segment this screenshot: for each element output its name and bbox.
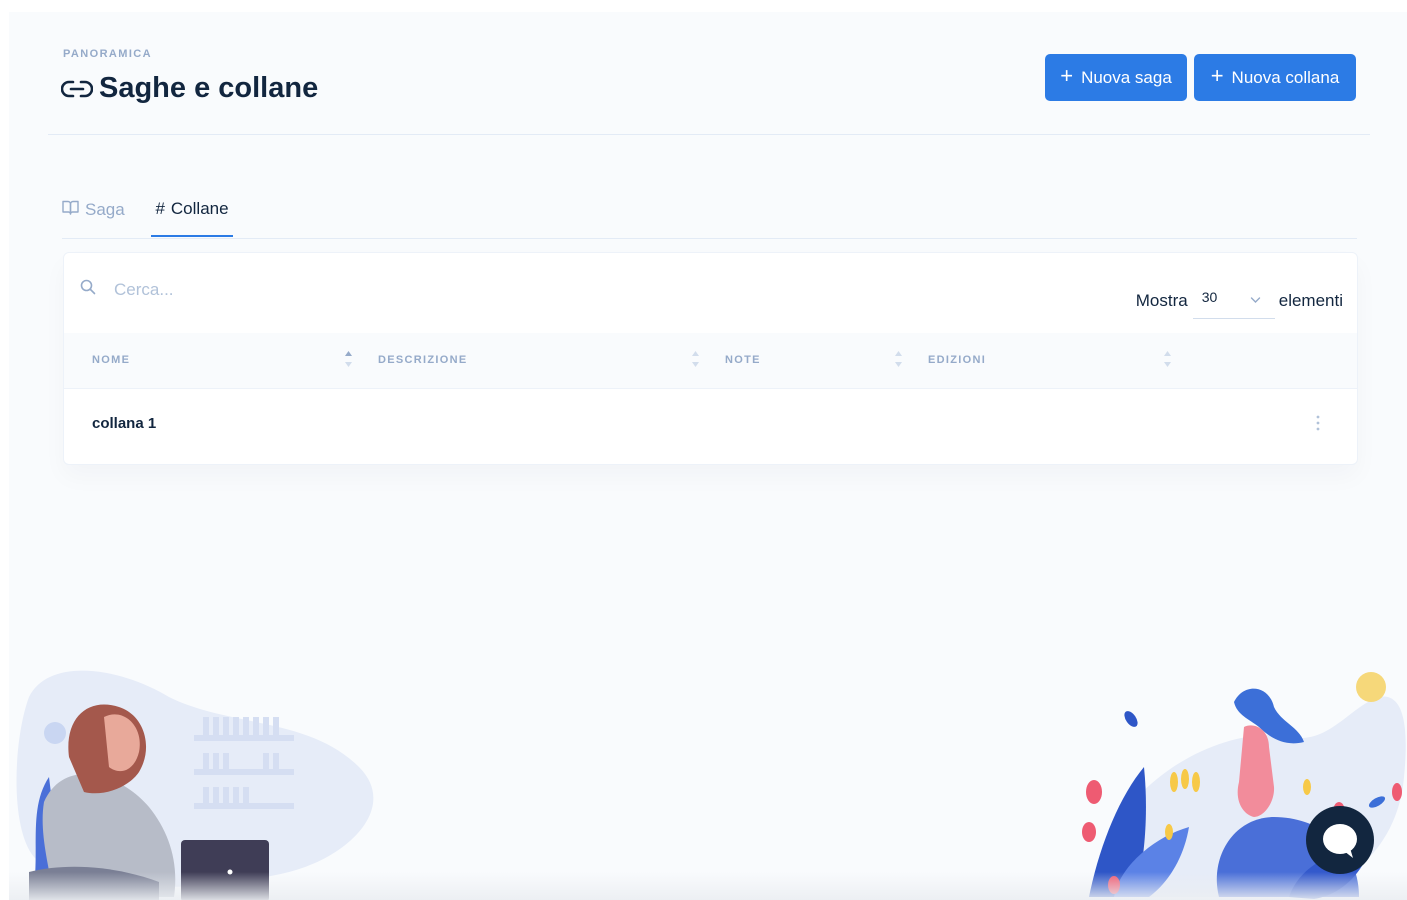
woman-laptop-illustration [16, 670, 374, 900]
page-size-control: Mostra 30 elementi [1136, 283, 1343, 319]
book-icon [62, 200, 79, 220]
sort-icon[interactable] [691, 349, 700, 369]
chat-bubble-icon [1323, 824, 1357, 858]
column-header-note[interactable]: NOTE [725, 354, 761, 366]
table-header: NOME DESCRIZIONE NOTE EDIZIONI [64, 333, 1357, 389]
sort-icon[interactable] [1163, 349, 1172, 369]
cell-nome[interactable]: collana 1 [92, 415, 156, 432]
more-vertical-icon[interactable] [1312, 413, 1324, 433]
header-divider [48, 134, 1370, 135]
hash-icon: # [155, 198, 165, 218]
page-title-wrap: Saghe e collane [61, 72, 318, 105]
chevron-down-icon [1250, 291, 1261, 309]
plus-icon: + [1060, 63, 1074, 88]
tab-collane[interactable]: # Collane [151, 192, 233, 237]
bottom-fade [9, 872, 1407, 900]
page-size-select[interactable]: 30 [1192, 283, 1275, 319]
page-size-label-before: Mostra [1135, 291, 1188, 310]
column-header-nome[interactable]: NOME [92, 354, 130, 366]
sort-icon[interactable] [894, 349, 903, 369]
page-header: PANORAMICA Saghe e collane + Nuova saga … [9, 12, 1407, 136]
collane-table-card: Mostra 30 elementi NOME DESCRIZIONE NOTE [63, 252, 1358, 465]
column-header-edizioni[interactable]: EDIZIONI [928, 354, 986, 366]
tab-collane-label: Collane [170, 198, 229, 218]
sort-asc-icon[interactable] [344, 349, 353, 369]
tabs-nav: Saga # Collane [62, 182, 1357, 239]
chat-launcher-button[interactable] [1306, 806, 1374, 874]
new-collana-label: Nuova collana [1231, 67, 1340, 87]
tab-saga-label: Saga [85, 199, 125, 219]
plus-icon: + [1210, 63, 1224, 88]
page-pretitle: PANORAMICA [63, 48, 152, 60]
new-collana-button[interactable]: + Nuova collana [1194, 54, 1356, 101]
search-icon [80, 279, 96, 300]
column-header-descrizione[interactable]: DESCRIZIONE [378, 354, 467, 366]
table-row[interactable]: collana 1 [64, 389, 1357, 463]
link-icon [61, 78, 93, 100]
new-saga-button[interactable]: + Nuova saga [1045, 54, 1187, 101]
page-title: Saghe e collane [99, 72, 319, 104]
new-saga-label: Nuova saga [1081, 67, 1172, 87]
page-size-value: 30 [1201, 289, 1218, 305]
page: PANORAMICA Saghe e collane + Nuova saga … [9, 12, 1407, 900]
tab-saga[interactable]: Saga [62, 192, 125, 237]
search-input[interactable] [112, 273, 616, 307]
table-toolbar: Mostra 30 elementi [64, 253, 1357, 333]
page-size-label-after: elementi [1278, 291, 1343, 310]
